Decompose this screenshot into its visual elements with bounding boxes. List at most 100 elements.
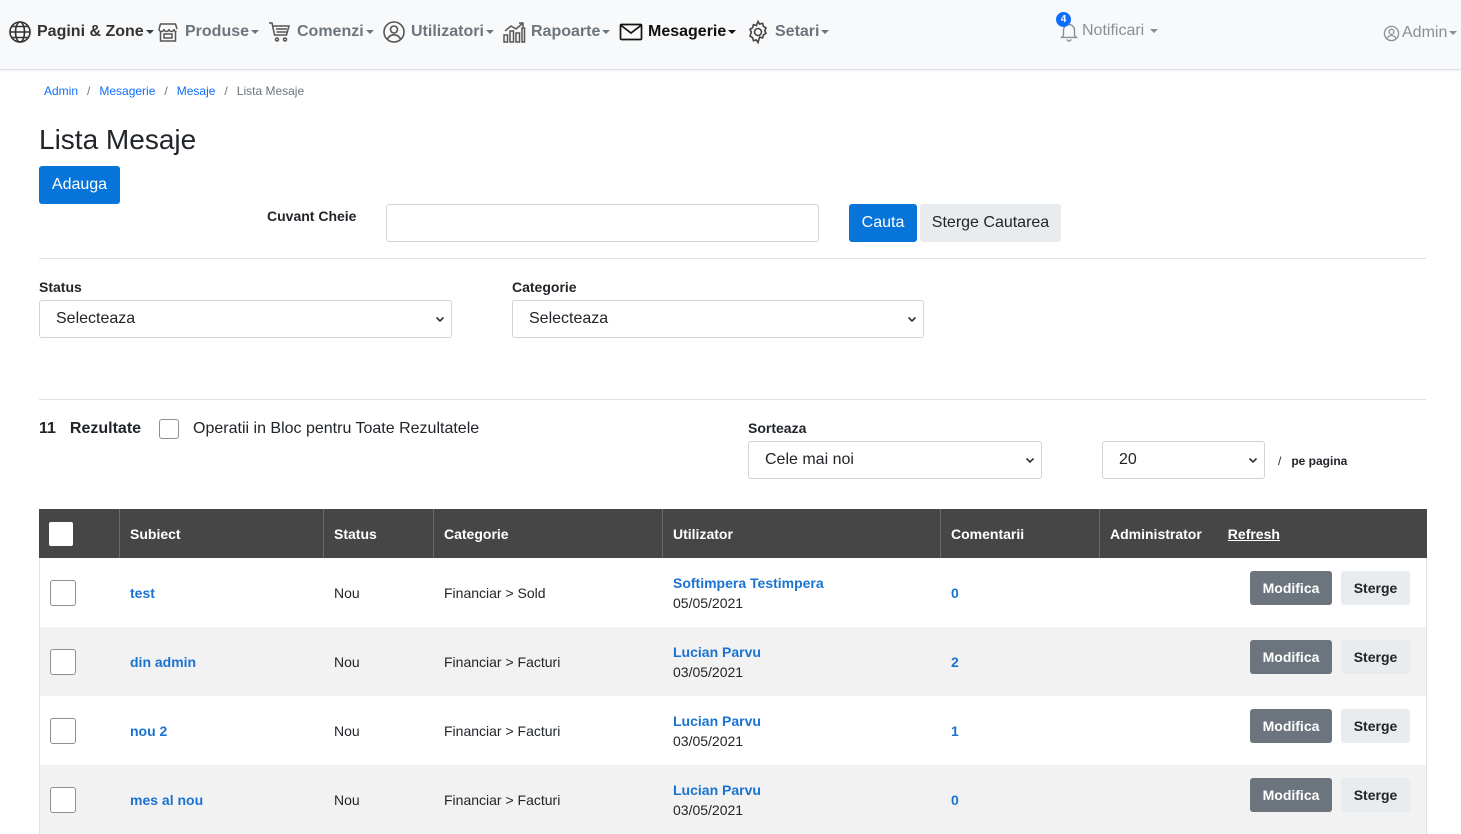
delete-button[interactable]: Sterge [1341, 709, 1410, 743]
breadcrumb-current: Lista Mesaje [236, 84, 305, 98]
breadcrumb-admin[interactable]: Admin [44, 84, 78, 98]
comments-count-link[interactable]: 2 [951, 654, 959, 670]
notifications-menu[interactable]: 4 Notificari [1056, 12, 1159, 48]
table-row: nou 2 Nou Financiar > Facturi Lucian Par… [39, 696, 1427, 765]
row-checkbox-cell [50, 627, 76, 696]
row-checkbox-cell [50, 765, 76, 834]
top-navbar: Pagini & Zone Produse Comenzi Utilizator… [0, 0, 1461, 70]
subject-link[interactable]: nou 2 [130, 723, 167, 739]
status-cell: Nou [334, 791, 360, 808]
delete-button[interactable]: Sterge [1341, 571, 1410, 605]
sort-select[interactable]: Cele mai noi [748, 441, 1042, 479]
per-page-text: pe pagina [1291, 454, 1348, 468]
delete-button[interactable]: Sterge [1341, 640, 1410, 674]
chevron-down-icon [1025, 457, 1035, 464]
edit-button[interactable]: Modifica [1250, 571, 1332, 605]
user-cell: Lucian Parvu 03/05/2021 [673, 696, 761, 765]
caret-down-icon [728, 30, 737, 34]
nav-setari[interactable]: Setari [746, 19, 830, 45]
comments-count-link[interactable]: 0 [951, 792, 959, 808]
nav-rapoarte[interactable]: Rapoarte [502, 19, 611, 45]
chart-icon [503, 22, 526, 43]
notifications-label: Notificari [1082, 22, 1145, 39]
user-circle-icon [1383, 25, 1400, 41]
header-admin: Administrator Refresh [1099, 509, 1427, 558]
message-date: 03/05/2021 [673, 732, 744, 749]
subject-cell: test [130, 558, 155, 627]
breadcrumb: Admin / Mesagerie / Mesaje / Lista Mesaj… [44, 84, 304, 98]
edit-button[interactable]: Modifica [1250, 778, 1332, 812]
header-subject[interactable]: Subiect [119, 509, 323, 558]
header-admin-label: Administrator [1110, 525, 1202, 542]
refresh-link[interactable]: Refresh [1228, 526, 1280, 542]
divider [39, 399, 1426, 400]
search-button[interactable]: Cauta [849, 204, 917, 242]
clear-search-button[interactable]: Sterge Cautarea [920, 204, 1061, 242]
table-row: mes al nou Nou Financiar > Facturi Lucia… [39, 765, 1427, 834]
user-link[interactable]: Softimpera Testimpera [673, 575, 824, 591]
nav-utilizatori[interactable]: Utilizatori [382, 19, 494, 45]
subject-link[interactable]: din admin [130, 654, 196, 670]
table-row: din admin Nou Financiar > Facturi Lucian… [39, 627, 1427, 696]
nav-produse[interactable]: Produse [156, 19, 260, 45]
per-page-select-value: 20 [1119, 451, 1137, 468]
keyword-label: Cuvant Cheie [267, 208, 357, 224]
row-checkbox-cell [50, 696, 76, 765]
select-all-rows-checkbox[interactable] [49, 521, 73, 546]
keyword-input[interactable] [386, 204, 819, 242]
breadcrumb-mesagerie[interactable]: Mesagerie [99, 84, 155, 98]
nav-pagini-zone[interactable]: Pagini & Zone [8, 19, 154, 45]
header-category[interactable]: Categorie [433, 509, 662, 558]
user-circle-icon [383, 21, 405, 43]
category-select[interactable]: Selecteaza [512, 300, 924, 338]
results-label: Rezultate [69, 420, 142, 437]
comments-cell: 0 [951, 558, 959, 627]
breadcrumb-separator: / [224, 84, 228, 98]
caret-down-icon [365, 30, 374, 34]
envelope-icon [619, 23, 643, 41]
delete-button[interactable]: Sterge [1341, 778, 1410, 812]
caret-down-icon [1449, 31, 1458, 35]
comments-count-link[interactable]: 1 [951, 723, 959, 739]
caret-down-icon [602, 30, 611, 34]
nav-label: Rapoarte [531, 23, 601, 40]
caret-down-icon [251, 30, 260, 34]
user-link[interactable]: Lucian Parvu [673, 782, 761, 798]
chevron-down-icon [1248, 457, 1258, 464]
bulk-select-all-checkbox[interactable] [159, 419, 180, 439]
status-filter-label: Status [39, 279, 82, 295]
subject-cell: din admin [130, 627, 196, 696]
row-checkbox[interactable] [50, 717, 76, 744]
row-checkbox[interactable] [50, 579, 76, 606]
comments-cell: 2 [951, 627, 959, 696]
header-user[interactable]: Utilizator [662, 509, 940, 558]
user-menu[interactable]: Admin [1383, 22, 1458, 44]
comments-count-link[interactable]: 0 [951, 585, 959, 601]
user-link[interactable]: Lucian Parvu [673, 644, 761, 660]
add-button[interactable]: Adauga [39, 166, 120, 204]
status-select[interactable]: Selecteaza [39, 300, 452, 338]
per-page-select[interactable]: 20 [1102, 441, 1265, 479]
user-link[interactable]: Lucian Parvu [673, 713, 761, 729]
page-title: Lista Mesaje [39, 124, 197, 155]
subject-link[interactable]: test [130, 585, 155, 601]
subject-cell: nou 2 [130, 696, 167, 765]
subject-cell: mes al nou [130, 765, 203, 834]
cart-icon [269, 22, 290, 42]
results-count: 11 [39, 420, 56, 437]
subject-link[interactable]: mes al nou [130, 792, 203, 808]
nav-label: Comenzi [297, 23, 364, 40]
row-checkbox[interactable] [50, 648, 76, 675]
row-checkbox[interactable] [50, 786, 76, 813]
edit-button[interactable]: Modifica [1250, 640, 1332, 674]
sort-label: Sorteaza [748, 420, 807, 436]
header-status[interactable]: Status [323, 509, 433, 558]
breadcrumb-mesaje[interactable]: Mesaje [177, 84, 216, 98]
comments-cell: 0 [951, 765, 959, 834]
nav-mesagerie[interactable]: Mesagerie [619, 19, 737, 45]
nav-comenzi[interactable]: Comenzi [268, 19, 374, 45]
header-comments[interactable]: Comentarii [940, 509, 1099, 558]
message-date: 03/05/2021 [673, 801, 744, 818]
category-cell: Financiar > Facturi [444, 653, 561, 670]
edit-button[interactable]: Modifica [1250, 709, 1332, 743]
